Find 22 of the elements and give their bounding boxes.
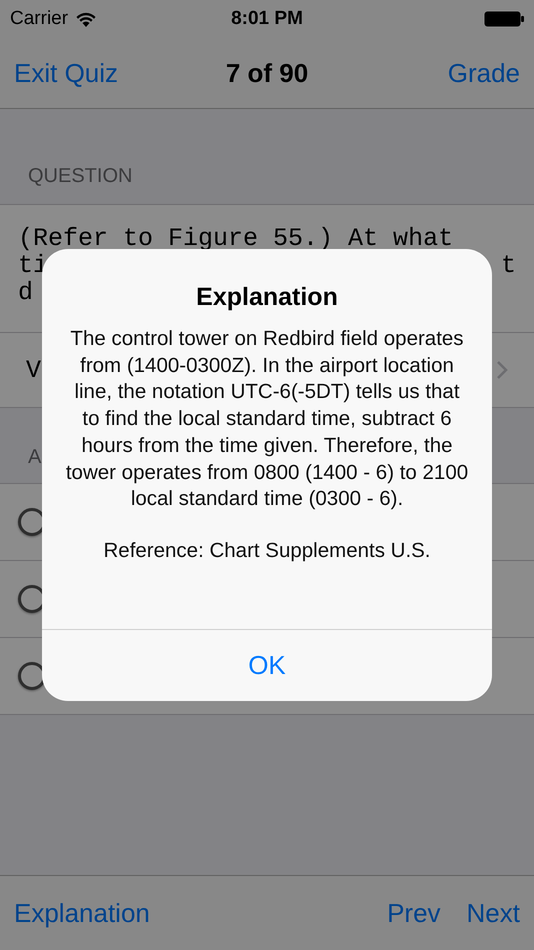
radio-button[interactable] xyxy=(18,662,46,690)
section-header: A xyxy=(28,446,42,468)
question-text: (Refer to Figure 55.) At what xyxy=(18,225,454,252)
explanation-button[interactable]: Explanation xyxy=(14,898,150,928)
alert-title: Explanation xyxy=(196,283,338,312)
wifi-icon xyxy=(76,12,96,26)
section-header: QUESTION xyxy=(28,165,132,187)
exit-quiz-button[interactable]: Exit Quiz xyxy=(14,58,118,88)
status-time: 8:01 PM xyxy=(231,8,303,30)
chevron-icon xyxy=(496,360,508,380)
nav-title: 7 of 90 xyxy=(226,58,308,88)
prev-button[interactable]: Prev xyxy=(387,898,441,928)
row-label: V xyxy=(26,356,42,384)
next-button[interactable]: Next xyxy=(466,898,520,928)
battery-icon xyxy=(484,11,524,27)
alert-message: The control tower on Redbird field operates from (1400-0300Z). In the airport location line, the notation UTC-6(-5DT) tells us that to find the local standard time, subtract 6 hours from the time given. Therefore, the tower operates from 0800 (1400 - 6) to 2100 local standard time (0300 - 6). xyxy=(64,326,470,512)
question-text: t xyxy=(500,252,516,279)
carrier-label: Carrier xyxy=(10,8,68,30)
grade-button[interactable]: Grade xyxy=(448,58,520,88)
question-text: d xyxy=(18,279,34,306)
alert-reference: Reference: Chart Supplements U.S. xyxy=(103,538,431,563)
ok-button[interactable]: OK xyxy=(42,629,492,701)
